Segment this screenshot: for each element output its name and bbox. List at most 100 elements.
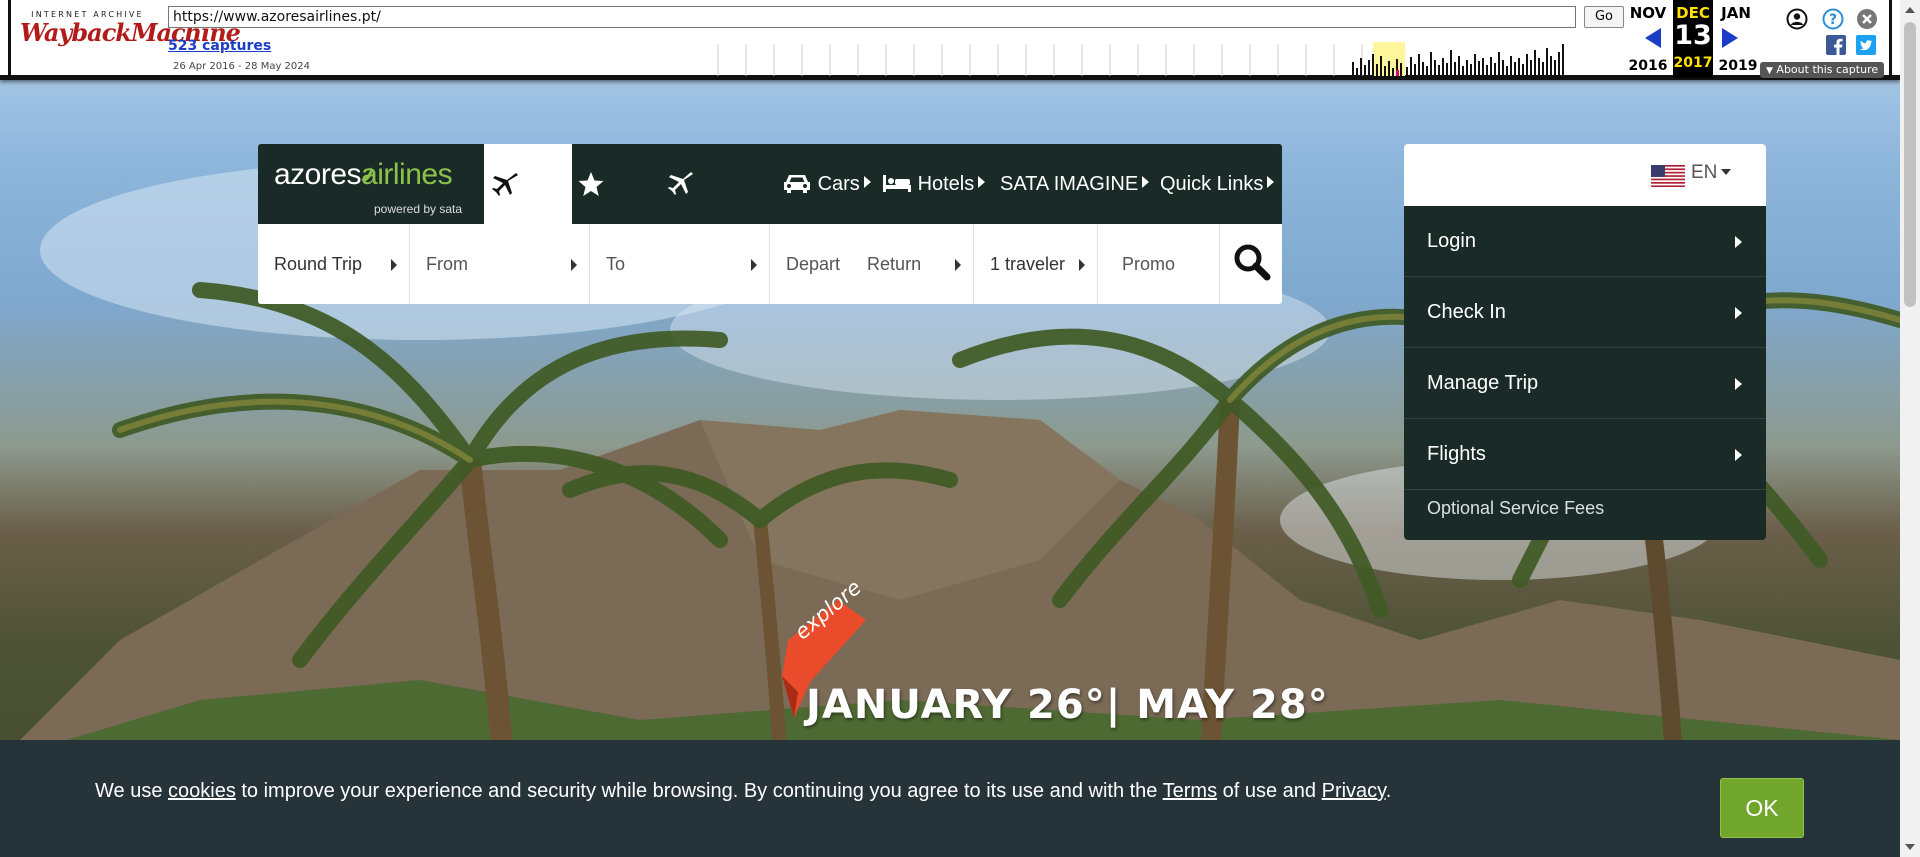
menu-item-manage-trip[interactable]: Manage Trip — [1404, 348, 1766, 419]
nav-cars-label: Cars — [817, 173, 860, 195]
wayback-logo-main: WaybackMachine — [20, 18, 241, 47]
cookie-banner: We use cookies to improve your experienc… — [0, 740, 1900, 857]
nav-quick-links[interactable]: Quick Links — [1160, 144, 1275, 224]
scrollbar-thumb[interactable] — [1904, 22, 1916, 307]
chevron-right-icon — [391, 259, 397, 271]
from-field[interactable]: From — [410, 224, 590, 304]
cookies-link[interactable]: cookies — [168, 780, 236, 802]
chevron-right-icon — [751, 259, 757, 271]
side-menu-list: Login Check In Manage Trip Flights Optio… — [1404, 206, 1766, 540]
booking-widget: azoresairlines powered by sata Cars Hote… — [258, 144, 1282, 304]
wayback-cur-month: DEC — [1676, 4, 1710, 22]
dates-field[interactable]: Depart Return — [770, 224, 974, 304]
wayback-current-date: DEC 13 2017 — [1673, 0, 1713, 78]
language-value: EN — [1691, 162, 1718, 183]
wayback-prev-year[interactable]: 2016 — [1628, 58, 1668, 74]
side-menu-header: EN — [1404, 144, 1766, 206]
language-select[interactable]: EN — [1691, 162, 1732, 184]
wayback-next-year[interactable]: 2019 — [1718, 58, 1758, 74]
hero-dates: JANUARY 26°| MAY 28° — [806, 682, 1329, 728]
chevron-right-icon — [1079, 259, 1085, 271]
promo-placeholder: Promo — [1122, 254, 1176, 274]
chevron-right-icon — [955, 259, 961, 271]
wayback-captures-link[interactable]: 523 captures — [168, 38, 271, 54]
nav-cars[interactable]: Cars — [782, 144, 871, 224]
wayback-date-range: 26 Apr 2016 - 28 May 2024 — [173, 61, 311, 72]
menu-item-label: Flights — [1427, 443, 1486, 465]
optional-service-fees-link[interactable]: Optional Service Fees — [1427, 498, 1604, 519]
menu-item-login[interactable]: Login — [1404, 206, 1766, 277]
wayback-about-label: About this capture — [1776, 63, 1879, 76]
chevron-right-icon — [1735, 307, 1742, 319]
vertical-scrollbar[interactable] — [1900, 0, 1920, 857]
chevron-right-icon — [1267, 176, 1275, 188]
car-icon — [784, 175, 810, 193]
search-button[interactable] — [1220, 224, 1282, 304]
booking-search-bar: Round Trip From To Depart Return 1 trave… — [258, 224, 1282, 304]
nav-hotels-label: Hotels — [917, 173, 975, 195]
booking-top-bar: azoresairlines powered by sata Cars Hote… — [258, 144, 1282, 224]
caret-down-icon — [1721, 169, 1732, 175]
wayback-logo[interactable]: INTERNET ARCHIVE WaybackMachine — [20, 10, 241, 47]
chevron-right-icon — [1142, 176, 1150, 188]
tab-flights[interactable] — [484, 144, 572, 224]
wayback-go-button[interactable]: Go — [1584, 6, 1624, 28]
privacy-link[interactable]: Privacy — [1322, 780, 1386, 802]
nav-sata-imagine[interactable]: SATA IMAGINE — [1000, 144, 1150, 224]
to-field[interactable]: To — [590, 224, 770, 304]
help-icon[interactable]: ? — [1822, 8, 1844, 30]
triangle-down-icon: ▼ — [1766, 66, 1773, 76]
cookie-text-mid2: of use and — [1217, 780, 1322, 802]
wayback-url-input[interactable]: https://www.azoresairlines.pt/ — [168, 6, 1576, 28]
user-icon[interactable] — [1786, 8, 1808, 30]
nav-hotels[interactable]: Hotels — [882, 144, 986, 224]
menu-item-check-in[interactable]: Check In — [1404, 277, 1766, 348]
terms-link[interactable]: Terms — [1163, 780, 1217, 802]
cookie-text-mid: to improve your experience and security … — [235, 780, 1163, 802]
plane-status-icon — [668, 172, 693, 195]
logo-powered-by: powered by sata — [374, 202, 463, 216]
chevron-right-icon — [1735, 449, 1742, 461]
scroll-up-icon[interactable] — [1905, 7, 1915, 13]
menu-item-label: Login — [1427, 230, 1476, 252]
twitter-icon[interactable] — [1856, 35, 1876, 55]
cookie-text-post: . — [1385, 780, 1392, 802]
menu-item-flights[interactable]: Flights — [1404, 419, 1766, 490]
wayback-cur-year: 2017 — [1673, 55, 1713, 71]
us-flag-icon[interactable] — [1651, 165, 1685, 187]
wayback-about-capture[interactable]: ▼ About this capture — [1760, 62, 1885, 78]
chevron-right-icon — [863, 176, 871, 188]
trip-type-value: Round Trip — [274, 254, 363, 274]
travelers-value: 1 traveler — [990, 254, 1066, 274]
wayback-next-arrow-icon[interactable] — [1722, 28, 1738, 48]
wayback-capture-histogram[interactable] — [716, 40, 1609, 76]
depart-placeholder[interactable]: Depart — [786, 254, 840, 274]
svg-text:?: ? — [1829, 12, 1837, 28]
tab-favorites[interactable] — [572, 144, 660, 224]
nav-quick-links-label: Quick Links — [1160, 173, 1264, 195]
from-placeholder: From — [426, 254, 468, 274]
chevron-right-icon — [978, 176, 986, 188]
return-placeholder[interactable]: Return — [867, 254, 921, 274]
facebook-icon[interactable] — [1826, 35, 1846, 55]
bed-icon — [883, 175, 911, 192]
airplane-icon — [492, 173, 518, 196]
wayback-prev-arrow-icon[interactable] — [1645, 28, 1661, 48]
scroll-down-icon[interactable] — [1905, 844, 1915, 850]
wayback-prev-month[interactable]: NOV — [1628, 4, 1668, 22]
close-icon[interactable] — [1856, 8, 1878, 30]
tab-flight-status[interactable] — [660, 144, 760, 224]
side-menu: EN Login Check In Manage Trip Flights Op… — [1404, 144, 1766, 540]
chevron-right-icon — [1735, 378, 1742, 390]
travelers-select[interactable]: 1 traveler — [974, 224, 1098, 304]
cookie-ok-button[interactable]: OK — [1720, 778, 1804, 838]
chevron-right-icon — [571, 259, 577, 271]
menu-item-label: Manage Trip — [1427, 372, 1539, 394]
bird-icon — [361, 167, 372, 181]
chevron-right-icon — [1735, 236, 1742, 248]
trip-type-select[interactable]: Round Trip — [258, 224, 410, 304]
wayback-next-month[interactable]: JAN — [1716, 4, 1756, 22]
cookie-text: We use cookies to improve your experienc… — [95, 780, 1391, 803]
menu-item-label: Check In — [1427, 301, 1506, 323]
promo-field[interactable]: Promo — [1098, 224, 1220, 304]
